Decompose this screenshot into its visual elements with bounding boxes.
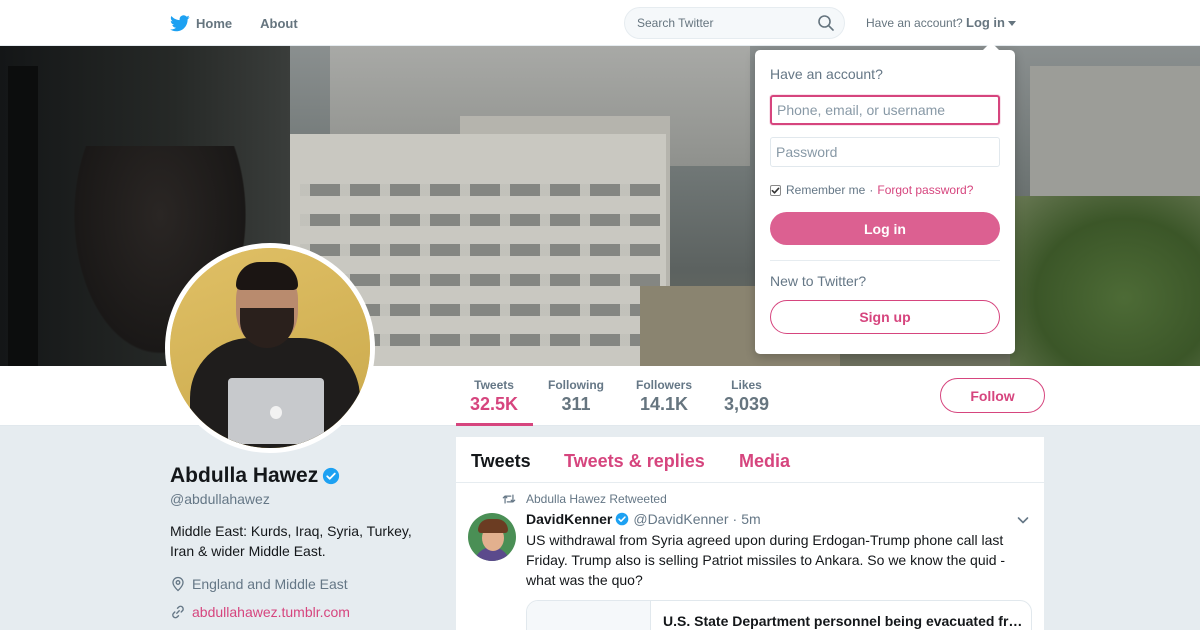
tweet-header: DavidKenner @DavidKenner · 5m — [526, 511, 761, 527]
nav-home-label: Home — [196, 15, 233, 31]
dropdown-divider — [770, 260, 1000, 261]
profile-bio: Middle East: Kurds, Iraq, Syria, Turkey,… — [170, 523, 412, 559]
nav-home-link[interactable]: Home — [170, 14, 233, 32]
forgot-password-link[interactable]: Forgot password? — [877, 183, 973, 197]
search-icon[interactable] — [818, 15, 834, 31]
tweet[interactable]: Abdulla Hawez Retweeted DavidKenner @Dav… — [456, 483, 1044, 630]
remember-me-label[interactable]: Remember me — [786, 183, 865, 197]
profile-name[interactable]: Abdulla Hawez — [170, 464, 318, 488]
retweet-context-text[interactable]: Abdulla Hawez Retweeted — [526, 492, 667, 506]
account-prompt-text: Have an account? — [866, 16, 963, 30]
stat-label: Following — [548, 378, 604, 392]
verified-badge-icon — [323, 467, 340, 485]
username-field[interactable] — [770, 95, 1000, 125]
stat-label: Tweets — [474, 378, 514, 392]
twitter-bird-icon — [170, 14, 190, 31]
location-pin-icon — [172, 576, 184, 592]
remember-separator: · — [869, 183, 874, 197]
tab-media[interactable]: Media — [739, 451, 790, 472]
location-text: England and Middle East — [192, 576, 348, 592]
profile-avatar[interactable] — [165, 243, 375, 453]
card-title: U.S. State Department personnel being ev… — [663, 613, 1023, 629]
stat-tweets[interactable]: Tweets 32.5K — [470, 378, 518, 415]
timeline-tabs: Tweets Tweets & replies Media — [456, 437, 1044, 483]
stat-value: 311 — [561, 394, 591, 414]
tweet-timestamp[interactable]: 5m — [741, 511, 760, 527]
follow-button[interactable]: Follow — [940, 378, 1045, 413]
active-stat-underline — [456, 423, 533, 426]
retweet-context: Abdulla Hawez Retweeted — [502, 492, 667, 506]
tweet-author-name[interactable]: DavidKenner — [526, 511, 612, 527]
nav-about-link[interactable]: About — [260, 16, 298, 31]
login-dropdown-toggle[interactable]: Log in — [966, 15, 1016, 30]
profile-name-row: Abdulla Hawez — [170, 464, 340, 488]
stat-following[interactable]: Following 311 — [548, 378, 604, 415]
stat-value: 14.1K — [639, 394, 689, 414]
caret-down-icon — [1008, 20, 1016, 26]
tweet-header-separator: · — [732, 511, 738, 527]
stat-label: Likes — [731, 378, 762, 392]
remember-me-row: Remember me · Forgot password? — [770, 183, 973, 197]
tab-tweets-and-replies[interactable]: Tweets & replies — [564, 451, 705, 472]
tweet-text: US withdrawal from Syria agreed upon dur… — [526, 532, 1006, 588]
stat-followers[interactable]: Followers 14.1K — [636, 378, 692, 415]
dropdown-arrow — [983, 42, 999, 50]
login-toggle-label: Log in — [966, 15, 1005, 30]
link-icon — [172, 605, 184, 619]
dropdown-title: Have an account? — [770, 66, 883, 82]
chevron-down-icon[interactable] — [1016, 513, 1030, 527]
stat-value: 32.5K — [470, 394, 519, 414]
verified-badge-icon — [616, 512, 629, 526]
nav-about-label: About — [260, 15, 298, 31]
timeline: Tweets Tweets & replies Media Abdulla Ha… — [456, 437, 1044, 630]
profile-url-link[interactable]: abdullahawez.tumblr.com — [170, 604, 350, 620]
login-button[interactable]: Log in — [770, 212, 1000, 245]
search-box — [624, 7, 845, 39]
card-thumbnail — [527, 601, 651, 630]
profile-location: England and Middle East — [170, 576, 348, 592]
stat-label: Followers — [636, 378, 693, 392]
tweet-author-username[interactable]: @DavidKenner — [633, 511, 728, 527]
new-to-twitter-text: New to Twitter? — [770, 273, 867, 289]
checkmark-icon — [771, 187, 780, 194]
link-preview-card[interactable]: U.S. State Department personnel being ev… — [526, 600, 1032, 630]
login-dropdown: Have an account? Remember me · Forgot pa… — [755, 42, 1015, 354]
tweet-author-avatar[interactable] — [468, 513, 516, 561]
retweet-icon — [502, 494, 516, 504]
url-text: abdullahawez.tumblr.com — [192, 604, 350, 620]
signup-button[interactable]: Sign up — [770, 300, 1000, 334]
remember-me-checkbox[interactable] — [770, 184, 781, 196]
search-input[interactable] — [625, 8, 805, 38]
tab-tweets[interactable]: Tweets — [471, 451, 531, 472]
profile-handle[interactable]: @abdullahawez — [170, 491, 270, 507]
top-navigation-bar: Home About Have an account? Log in — [0, 0, 1200, 46]
stat-value: 3,039 — [724, 394, 770, 414]
stat-likes[interactable]: Likes 3,039 — [724, 378, 769, 415]
avatar-photo — [170, 248, 370, 448]
password-field[interactable] — [770, 137, 1000, 167]
